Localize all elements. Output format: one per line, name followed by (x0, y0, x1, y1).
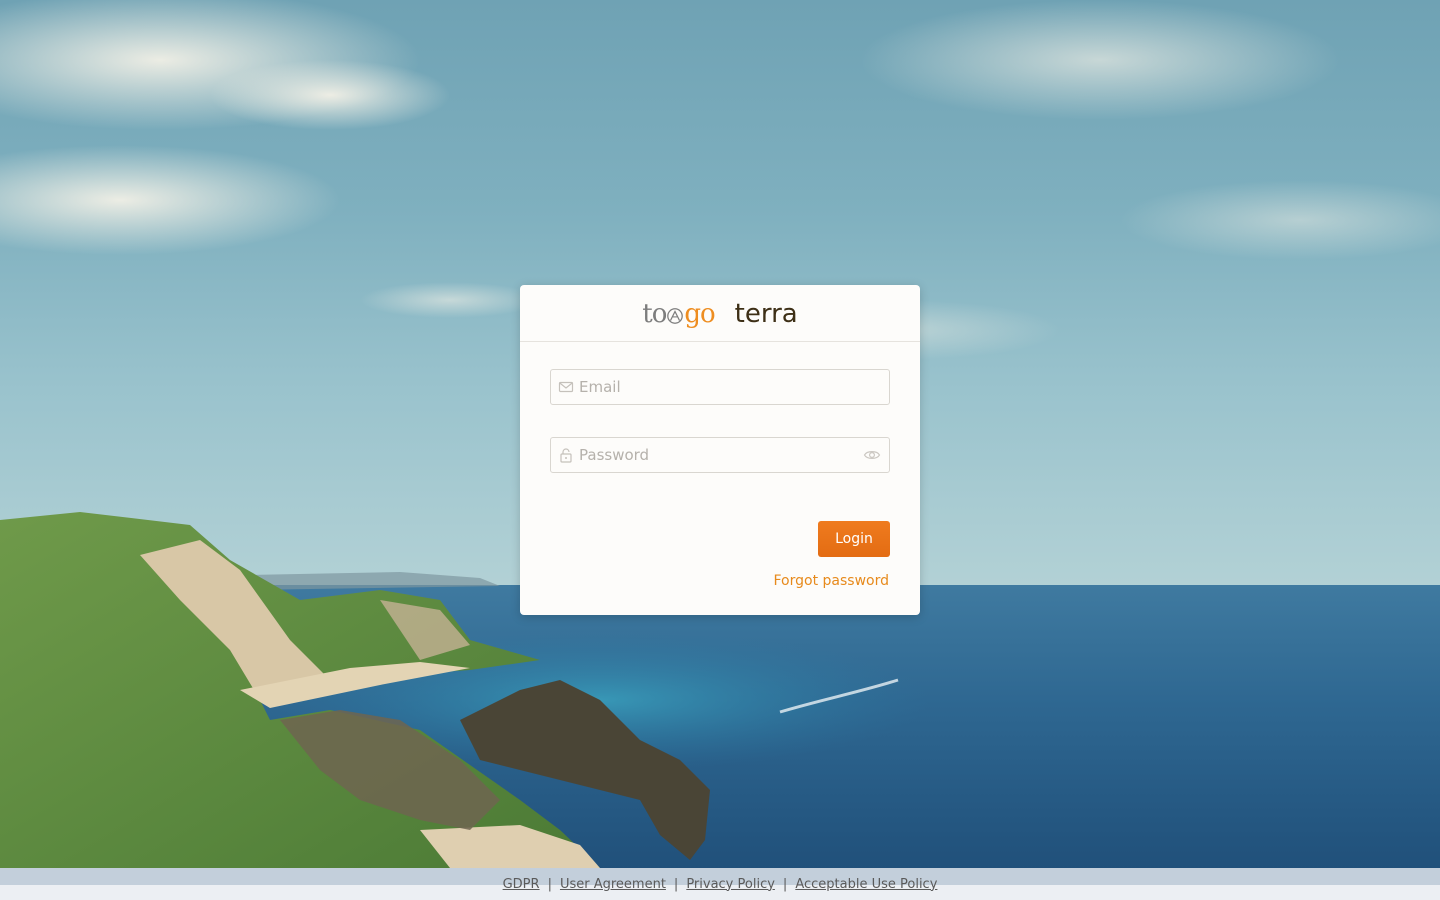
toogo-logo: to go (642, 299, 715, 329)
password-field-wrapper (550, 437, 890, 473)
product-name: terra (734, 299, 798, 329)
footer-separator: | (782, 876, 788, 892)
footer-separator: | (547, 876, 552, 892)
footer-link-user-agreement[interactable]: User Agreement (560, 877, 666, 892)
logo-mark-icon (667, 308, 684, 324)
lock-icon (560, 448, 572, 463)
footer-link-privacy-policy[interactable]: Privacy Policy (686, 877, 775, 892)
forgot-password-link[interactable]: Forgot password (774, 573, 890, 589)
logo-text-to: to (642, 299, 667, 329)
login-button[interactable]: Login (818, 521, 890, 557)
password-input[interactable] (574, 438, 863, 472)
email-input[interactable] (574, 370, 889, 404)
footer-bar: GDPR | User Agreement | Privacy Policy |… (0, 868, 1440, 900)
login-card: to go terra Login Forgot passwor (520, 285, 920, 615)
eye-icon[interactable] (863, 446, 881, 464)
card-header: to go terra (520, 285, 920, 342)
footer-separator: | (673, 876, 679, 892)
envelope-icon (558, 381, 574, 393)
logo-text-go: go (684, 299, 715, 329)
footer-link-acceptable-use-policy[interactable]: Acceptable Use Policy (795, 877, 937, 892)
footer-link-gdpr[interactable]: GDPR (503, 877, 540, 892)
email-field-wrapper (550, 369, 890, 405)
